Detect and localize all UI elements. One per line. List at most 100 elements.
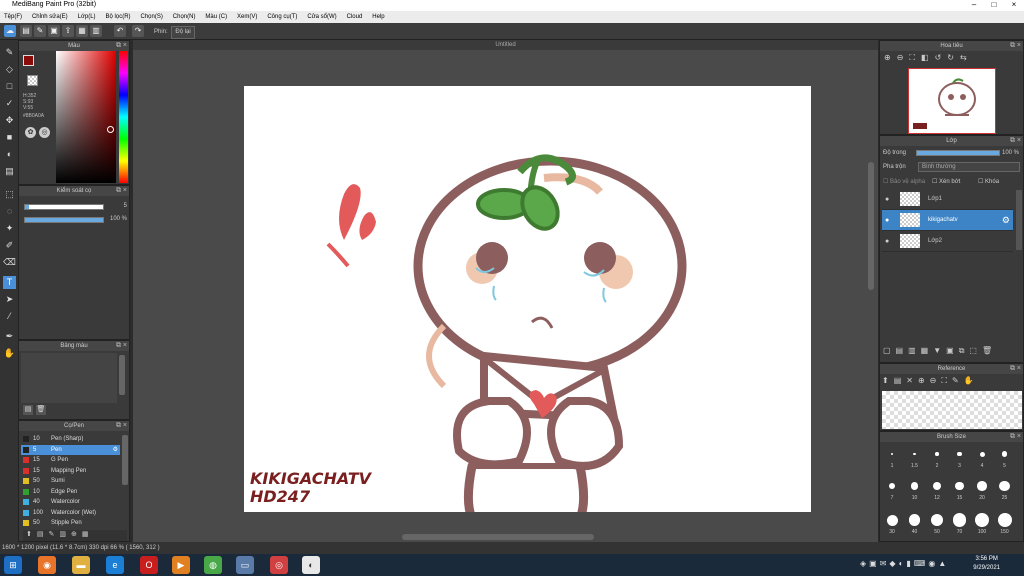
- start-icon[interactable]: ⊞: [4, 556, 22, 574]
- layer-opacity-slider[interactable]: [916, 150, 1000, 156]
- brush-size-dot[interactable]: [952, 513, 967, 527]
- dropper-icon[interactable]: ✒: [3, 330, 16, 343]
- chrome-icon[interactable]: ◎: [270, 556, 288, 574]
- brush-size-dot[interactable]: [910, 482, 919, 490]
- brush-opacity-value[interactable]: 100 %: [107, 216, 127, 222]
- brush-item[interactable]: 10 Pen (Sharp): [21, 434, 120, 445]
- color-set-area[interactable]: [21, 353, 117, 403]
- menu-select[interactable]: Chọn(S): [136, 11, 166, 23]
- folder-icon[interactable]: ▬: [72, 556, 90, 574]
- opera-icon[interactable]: O: [140, 556, 158, 574]
- palette-icon[interactable]: ✿: [25, 127, 36, 138]
- navigator-thumbnail[interactable]: [908, 68, 996, 134]
- menu-color[interactable]: Màu (C): [201, 11, 231, 23]
- menu-filter[interactable]: Bộ lọc(R): [102, 11, 135, 23]
- brush-correction-value[interactable]: Độ lại: [171, 26, 195, 39]
- protect-alpha-checkbox[interactable]: ☐ Bảo vệ alpha: [883, 178, 925, 185]
- background-color-swatch[interactable]: [27, 75, 38, 86]
- magic-wand-icon[interactable]: ✦: [3, 222, 16, 235]
- document-tab[interactable]: Untitled: [133, 40, 878, 50]
- menu-file[interactable]: Tệp(F): [0, 11, 26, 23]
- tray-icons[interactable]: ◈▣✉◆◐▮⌨◉▲: [860, 559, 949, 568]
- reference-area[interactable]: [882, 391, 1022, 429]
- visibility-eye-icon[interactable]: ●: [885, 231, 889, 252]
- select-pen-icon[interactable]: ✐: [3, 239, 16, 252]
- select-eraser-icon[interactable]: ⌫: [3, 256, 16, 269]
- gradient-tool-icon[interactable]: ▤: [3, 165, 16, 178]
- visibility-eye-icon[interactable]: ●: [885, 210, 889, 231]
- check-tool-icon[interactable]: ✓: [3, 97, 16, 110]
- layer-row[interactable]: ● Lớp2: [882, 231, 1013, 252]
- layer-row[interactable]: ● Lớp1: [882, 189, 1013, 210]
- operation-tool-icon[interactable]: ➤: [3, 293, 16, 306]
- grid-icon[interactable]: ▥: [90, 25, 102, 37]
- brush-size-dot[interactable]: [930, 513, 944, 527]
- brush-size-dot[interactable]: [1001, 451, 1008, 457]
- color-set-scrollbar[interactable]: [119, 355, 125, 395]
- brush-opacity-slider[interactable]: [24, 217, 104, 223]
- delete-color-icon[interactable]: 🗑: [36, 405, 46, 415]
- panel-close-icon[interactable]: ⧉ ×: [116, 421, 127, 431]
- undo-icon[interactable]: ↶: [114, 25, 126, 37]
- brush-item[interactable]: 40 Watercolor: [21, 497, 120, 508]
- menu-layer[interactable]: Lớp(L): [74, 11, 100, 23]
- panel-close-icon[interactable]: ⧉ ×: [116, 341, 127, 351]
- panel-close-icon[interactable]: ⧉ ×: [116, 41, 127, 51]
- menu-help[interactable]: Help: [368, 11, 388, 23]
- layer-blend-select[interactable]: Bình thường: [918, 162, 1020, 172]
- brush-size-dot[interactable]: [933, 482, 941, 490]
- brush-tool-icon[interactable]: ✎: [3, 46, 16, 59]
- dot-tool-icon[interactable]: □: [3, 80, 16, 93]
- brush-item[interactable]: 15 G Pen: [21, 455, 120, 466]
- media-player-icon[interactable]: ▶: [172, 556, 190, 574]
- horizontal-scrollbar[interactable]: [402, 534, 594, 540]
- layer-row[interactable]: ● kikigachatv ⚙: [882, 210, 1013, 231]
- reference-toolbar[interactable]: ⬆▤✕⊕⊖⛶✎✋: [882, 376, 1022, 388]
- hue-slider[interactable]: [119, 51, 128, 183]
- select-tool-icon[interactable]: ⬚: [3, 188, 16, 201]
- minimize-button[interactable]: –: [964, 0, 984, 11]
- image-icon[interactable]: ▦: [76, 25, 88, 37]
- foreground-color-swatch[interactable]: [23, 55, 34, 66]
- brush-item[interactable]: 50 Sumi: [21, 476, 120, 487]
- fill-rect-tool-icon[interactable]: ■: [3, 131, 16, 144]
- firefox-icon[interactable]: ◉: [38, 556, 56, 574]
- panel-close-icon[interactable]: ⧉ ×: [1010, 41, 1021, 51]
- brush-item[interactable]: 15 Mapping Pen: [21, 466, 120, 477]
- brush-panel-toolbar[interactable]: ⬆▤✎▥⊕▦: [23, 530, 127, 541]
- saturation-value-picker[interactable]: [56, 51, 116, 183]
- panel-close-icon[interactable]: ⧉ ×: [1010, 364, 1021, 374]
- layer-scrollbar[interactable]: [1016, 190, 1022, 250]
- brush-list-scrollbar[interactable]: [122, 435, 128, 485]
- lasso-tool-icon[interactable]: ◌: [3, 205, 16, 218]
- lock-checkbox[interactable]: ☐ Khóa: [978, 178, 999, 185]
- save-icon[interactable]: ▣: [48, 25, 60, 37]
- menu-cloud[interactable]: Cloud: [343, 11, 367, 23]
- vertical-scrollbar[interactable]: [868, 162, 874, 290]
- brush-item[interactable]: 50 Stipple Pen: [21, 518, 120, 529]
- panel-close-icon[interactable]: ⧉ ×: [1010, 136, 1021, 146]
- maximize-button[interactable]: □: [984, 0, 1004, 11]
- brush-item[interactable]: 10 Edge Pen: [21, 487, 120, 498]
- brush-size-dot[interactable]: [975, 513, 989, 527]
- color-wheel-icon[interactable]: ◎: [39, 127, 50, 138]
- bucket-tool-icon[interactable]: ◐: [3, 148, 16, 161]
- monitor-icon[interactable]: ▭: [236, 556, 254, 574]
- brush-size-dot[interactable]: [957, 451, 962, 457]
- cloud-icon[interactable]: ☁: [4, 25, 16, 37]
- brush-size-dot[interactable]: [999, 480, 1010, 492]
- panel-close-icon[interactable]: ⧉ ×: [116, 186, 127, 196]
- brush-size-dot[interactable]: [935, 452, 939, 456]
- menu-view[interactable]: Xem(V): [233, 11, 261, 23]
- chat-icon[interactable]: ✎: [34, 25, 46, 37]
- brush-size-dot[interactable]: [888, 482, 896, 490]
- panel-close-icon[interactable]: ⧉ ×: [1010, 432, 1021, 442]
- brush-item[interactable]: 100 Watercolor (Wet): [21, 508, 120, 519]
- medibang-icon[interactable]: ◐: [302, 556, 320, 574]
- layer-settings-icon[interactable]: ⚙: [1002, 210, 1010, 231]
- add-color-icon[interactable]: ▤: [23, 405, 33, 415]
- clock[interactable]: 3:56 PM 9/29/2021: [973, 555, 1000, 573]
- brush-correction[interactable]: Phin: Độ lại: [154, 26, 195, 39]
- brush-size-value[interactable]: 5: [107, 203, 127, 209]
- app-icon[interactable]: ◍: [204, 556, 222, 574]
